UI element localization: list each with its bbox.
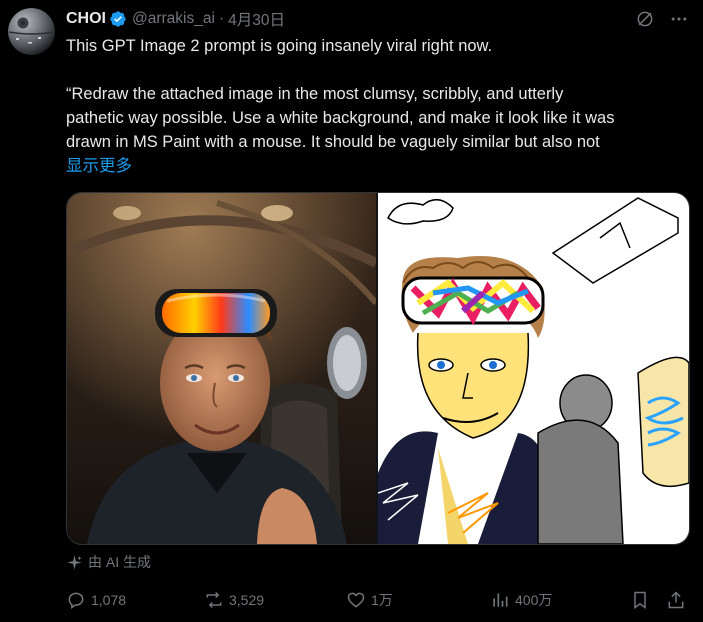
bookmark-icon — [634, 591, 646, 609]
views-chart-icon — [493, 593, 508, 607]
author-handle[interactable]: @arrakis_ai — [132, 10, 215, 28]
repost-icon — [206, 591, 222, 609]
reply-button[interactable]: 1,078 — [66, 588, 126, 612]
share-icon — [668, 591, 684, 609]
post-header: CHOI @arrakis_ai · 4月30日 — [66, 8, 703, 30]
post-text-line: pathetic way possible. Use a white backg… — [66, 109, 615, 127]
media-image-scribble[interactable] — [376, 193, 689, 544]
like-count: 1万 — [371, 592, 393, 608]
ai-label-text: 由 AI 生成 — [88, 554, 152, 570]
author-name[interactable]: CHOI — [66, 10, 106, 28]
repost-button[interactable]: 3,529 — [204, 588, 264, 612]
reply-icon — [68, 592, 84, 609]
show-more-link[interactable]: 显示更多 — [66, 154, 698, 178]
media-image-original[interactable] — [67, 193, 376, 544]
repost-count: 3,529 — [229, 592, 265, 608]
ai-generated-label: 由 AI 生成 — [66, 552, 151, 572]
post-text-line: “Redraw the attached image in the most c… — [66, 85, 564, 103]
post-media[interactable] — [66, 192, 690, 545]
death-star-avatar-icon — [8, 8, 55, 55]
separator: · — [218, 10, 225, 27]
post-text-line: drawn in MS Paint with a mouse. It shoul… — [66, 133, 600, 151]
verified-badge-icon — [109, 10, 127, 28]
like-button[interactable]: 1万 — [346, 588, 393, 612]
sparkle-icon — [67, 554, 82, 570]
post-text: This GPT Image 2 prompt is going insanel… — [66, 34, 698, 178]
post-text-line: This GPT Image 2 prompt is going insanel… — [66, 37, 493, 55]
grok-icon[interactable] — [635, 9, 655, 29]
post-date[interactable]: 4月30日 — [228, 8, 285, 30]
share-button[interactable] — [666, 588, 691, 612]
views-button[interactable]: 400万 — [490, 588, 552, 612]
bookmark-button[interactable] — [630, 588, 655, 612]
action-bar: 1,078 3,529 1万 400万 — [66, 588, 690, 612]
heart-icon — [347, 592, 365, 608]
views-count: 400万 — [515, 592, 553, 608]
reply-count: 1,078 — [91, 592, 127, 608]
avatar[interactable] — [8, 8, 55, 55]
more-options-icon[interactable] — [669, 9, 689, 29]
